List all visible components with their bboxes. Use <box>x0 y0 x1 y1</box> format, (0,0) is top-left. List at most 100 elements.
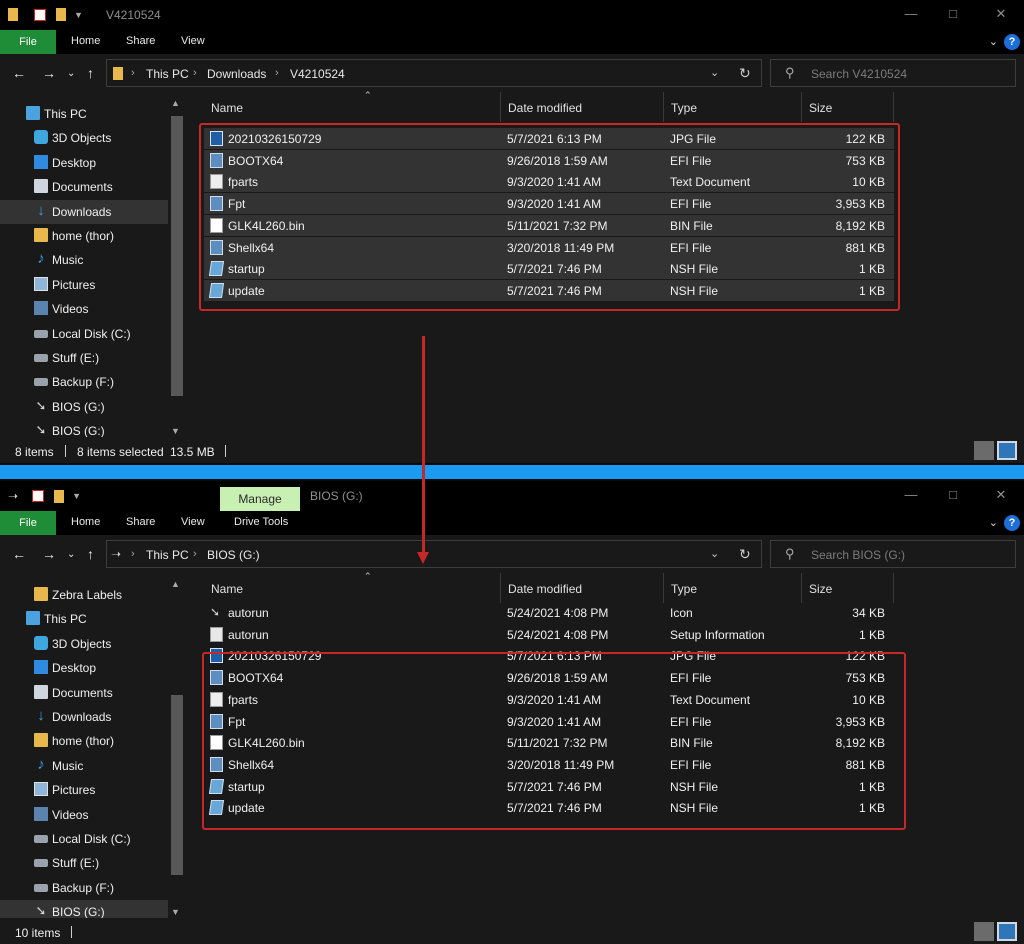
navigation-pane-scrollbar[interactable]: ▲ ▼ <box>168 573 186 918</box>
scroll-up-arrow-icon[interactable]: ▲ <box>171 579 180 589</box>
forward-arrow-icon[interactable]: → <box>42 65 56 81</box>
column-header-size[interactable]: Size <box>802 92 894 122</box>
forward-arrow-icon[interactable]: → <box>42 546 56 562</box>
file-row[interactable]: ➘ autorun 5/24/2021 4:08 PM Icon 34 KB <box>204 602 894 623</box>
large-icons-view-icon[interactable] <box>997 441 1017 460</box>
up-arrow-icon[interactable]: ↑ <box>87 65 94 81</box>
tab-file[interactable]: File <box>0 511 56 535</box>
help-icon[interactable]: ? <box>1004 515 1020 531</box>
properties-icon[interactable] <box>34 8 46 21</box>
help-icon[interactable]: ? <box>1004 34 1020 50</box>
sidebar-item[interactable]: Documents <box>0 681 168 705</box>
column-header-type[interactable]: Type <box>664 92 802 122</box>
details-view-icon[interactable] <box>974 441 994 460</box>
back-arrow-icon[interactable]: ← <box>12 65 26 81</box>
sidebar-item[interactable]: Stuff (E:) <box>0 346 168 370</box>
breadcrumb-this-pc[interactable]: This PC <box>146 67 189 81</box>
tab-home[interactable]: Home <box>71 35 100 47</box>
status-divider <box>225 445 226 457</box>
scroll-down-arrow-icon[interactable]: ▼ <box>171 907 180 917</box>
address-bar[interactable]: › This PC › Downloads › V4210524 ⌄ ↻ <box>106 59 762 87</box>
breadcrumb-bios[interactable]: BIOS (G:) <box>207 548 260 562</box>
maximize-button[interactable]: □ <box>940 487 966 502</box>
large-icons-view-icon[interactable] <box>997 922 1017 941</box>
sidebar-item[interactable]: 3D Objects <box>0 632 168 656</box>
properties-icon[interactable] <box>32 490 45 502</box>
new-folder-icon[interactable] <box>54 489 65 503</box>
refresh-icon[interactable]: ↻ <box>739 65 751 82</box>
customize-qat-icon[interactable]: ▼ <box>72 491 81 501</box>
sidebar-item[interactable]: Local Disk (C:) <box>0 827 168 851</box>
sidebar-item[interactable]: Zebra Labels <box>0 583 168 607</box>
column-header-name[interactable]: Name ⌃ <box>204 571 501 603</box>
sidebar-item[interactable]: Pictures <box>0 778 168 802</box>
address-bar[interactable]: ➝ › This PC › BIOS (G:) ⌄ ↻ <box>106 540 762 568</box>
status-bar: 10 items <box>0 918 1024 944</box>
tab-share[interactable]: Share <box>126 516 155 528</box>
tab-view[interactable]: View <box>181 35 205 47</box>
sidebar-item[interactable]: 3D Objects <box>0 126 168 150</box>
file-row[interactable]: autorun 5/24/2021 4:08 PM Setup Informatio… <box>204 624 894 645</box>
scroll-thumb[interactable] <box>171 695 183 875</box>
tab-view[interactable]: View <box>181 516 205 528</box>
sidebar-item[interactable]: Backup (F:) <box>0 876 168 900</box>
recent-locations-chevron-icon[interactable]: ⌄ <box>67 549 75 560</box>
sidebar-item-label: Pictures <box>52 277 96 292</box>
close-button[interactable]: ✕ <box>988 487 1014 503</box>
sidebar-item[interactable]: Documents <box>0 175 168 199</box>
search-box[interactable]: ⚲ Search V4210524 <box>770 59 1016 87</box>
refresh-icon[interactable]: ↻ <box>739 546 751 563</box>
sidebar-item[interactable]: home (thor) <box>0 729 168 753</box>
tab-share[interactable]: Share <box>126 35 155 47</box>
new-folder-icon[interactable] <box>56 8 66 21</box>
sidebar-item[interactable]: This PC <box>0 102 168 126</box>
sidebar-item[interactable]: ➘ BIOS (G:) <box>0 395 168 419</box>
tab-home[interactable]: Home <box>71 516 100 528</box>
tab-manage[interactable]: Manage <box>220 487 300 511</box>
address-dropdown-chevron-icon[interactable]: ⌄ <box>710 66 719 79</box>
breadcrumb-downloads[interactable]: Downloads <box>207 67 266 81</box>
details-view-icon[interactable] <box>974 922 994 941</box>
column-header-date-modified[interactable]: Date modified <box>501 92 664 122</box>
back-arrow-icon[interactable]: ← <box>12 546 26 562</box>
sidebar-item-label: BIOS (G:) <box>52 399 105 414</box>
sidebar-item[interactable]: Desktop <box>0 151 168 175</box>
ribbon-expand-chevron-icon[interactable]: ⌄ <box>989 516 998 529</box>
close-button[interactable]: ✕ <box>988 6 1014 22</box>
search-box[interactable]: ⚲ Search BIOS (G:) <box>770 540 1016 568</box>
sidebar-item[interactable]: Local Disk (C:) <box>0 322 168 346</box>
breadcrumb-v4210524[interactable]: V4210524 <box>290 67 345 81</box>
sidebar-item[interactable]: ↓ Downloads <box>0 199 168 224</box>
column-header-date-modified[interactable]: Date modified <box>501 573 664 603</box>
tab-drive-tools[interactable]: Drive Tools <box>234 516 288 528</box>
tab-file[interactable]: File <box>0 30 56 54</box>
up-arrow-icon[interactable]: ↑ <box>87 546 94 562</box>
sidebar-item[interactable]: ♪ Music <box>0 248 168 272</box>
sidebar-item[interactable]: Desktop <box>0 656 168 680</box>
navigation-pane-scrollbar[interactable]: ▲ ▼ <box>168 92 186 437</box>
sidebar-item[interactable]: Pictures <box>0 273 168 297</box>
column-header-type[interactable]: Type <box>664 573 802 603</box>
column-header-name[interactable]: Name ⌃ <box>204 90 501 122</box>
scroll-down-arrow-icon[interactable]: ▼ <box>171 426 180 436</box>
sidebar-item[interactable]: Videos <box>0 803 168 827</box>
sidebar-item[interactable]: home (thor) <box>0 224 168 248</box>
sidebar-item[interactable]: Backup (F:) <box>0 370 168 394</box>
breadcrumb-this-pc[interactable]: This PC <box>146 548 189 562</box>
customize-qat-icon[interactable]: ▼ <box>74 10 83 20</box>
ribbon-expand-chevron-icon[interactable]: ⌄ <box>989 35 998 48</box>
sidebar-item[interactable]: ↓ Downloads <box>0 705 168 729</box>
maximize-button[interactable]: □ <box>940 6 966 21</box>
scroll-thumb[interactable] <box>171 116 183 396</box>
sidebar-item[interactable]: Videos <box>0 297 168 321</box>
sidebar-item[interactable]: This PC <box>0 607 168 631</box>
usb-drive-icon: ➘ <box>35 397 47 413</box>
address-dropdown-chevron-icon[interactable]: ⌄ <box>710 547 719 560</box>
minimize-button[interactable]: — <box>898 6 924 21</box>
sidebar-item[interactable]: ♪ Music <box>0 754 168 778</box>
minimize-button[interactable]: — <box>898 487 924 502</box>
scroll-up-arrow-icon[interactable]: ▲ <box>171 98 180 108</box>
sidebar-item[interactable]: Stuff (E:) <box>0 851 168 875</box>
column-header-size[interactable]: Size <box>802 573 894 603</box>
recent-locations-chevron-icon[interactable]: ⌄ <box>67 68 75 79</box>
